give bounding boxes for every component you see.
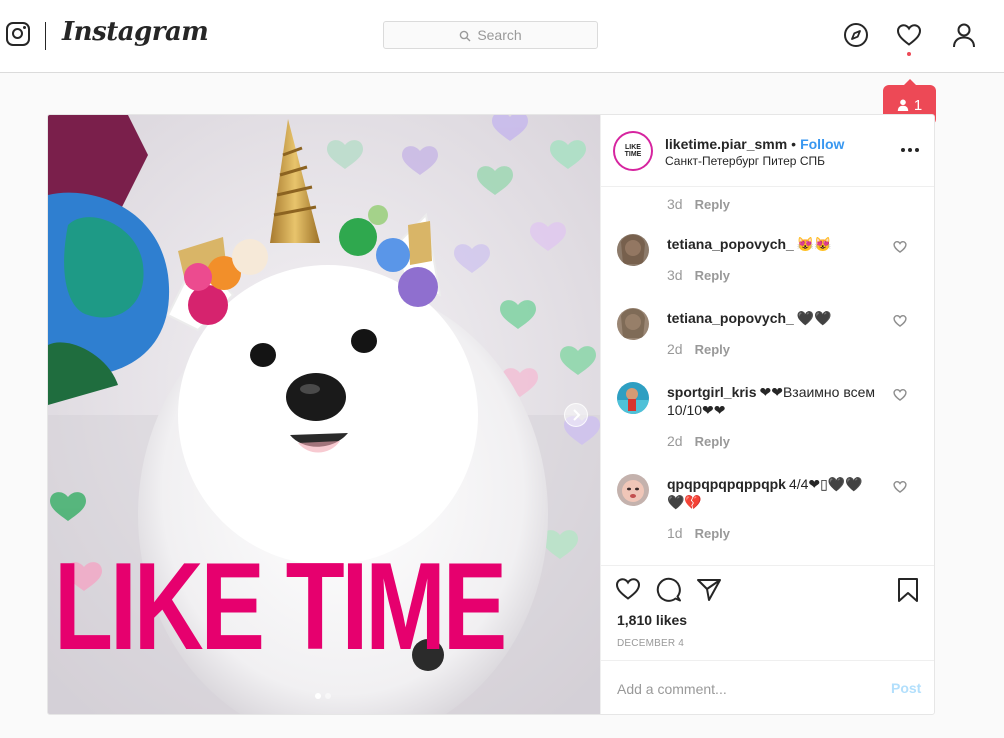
post-date: DECEMBER 4 [617, 638, 685, 649]
share-paper-plane-icon[interactable] [696, 577, 722, 603]
comments-list[interactable]: 3d Reply tetiana_popovych_ 😻😻 3d Reply teti… [601, 187, 934, 564]
follow-button[interactable]: Follow [800, 136, 844, 152]
reply-button[interactable]: Reply [695, 268, 730, 283]
instagram-wordmark[interactable]: Instagram [62, 17, 209, 47]
carousel-next-button[interactable] [564, 403, 588, 427]
notification-count: 1 [913, 96, 923, 114]
instagram-camera-icon[interactable] [6, 22, 30, 46]
likes-count[interactable]: 1,810 likes [617, 612, 687, 628]
search-icon [459, 29, 471, 42]
logo-divider [45, 22, 46, 50]
add-comment-bar: Post [601, 660, 934, 714]
add-comment-input[interactable] [617, 679, 867, 699]
comment-meta: 2d Reply [667, 341, 730, 357]
commenter-avatar[interactable] [617, 308, 649, 340]
activity-heart-icon[interactable] [896, 22, 922, 48]
comment-like-heart-icon[interactable] [893, 240, 907, 254]
post-comment-button[interactable]: Post [891, 680, 921, 696]
explore-compass-icon[interactable] [843, 22, 869, 48]
comment-meta: 1d Reply [667, 525, 730, 541]
top-navbar: Instagram Search [0, 0, 1004, 73]
comment-like-heart-icon[interactable] [893, 388, 907, 402]
post-actions: 1,810 likes DECEMBER 4 Post [601, 565, 934, 714]
more-options-icon[interactable] [901, 148, 919, 152]
comment-time: 3d [667, 267, 683, 283]
profile-user-icon[interactable] [951, 22, 977, 48]
post-card: LIKE TIME LIKE TIME liketime.piar_smm • Fo… [47, 114, 935, 715]
separator-dot: • [791, 136, 797, 152]
reply-button[interactable]: Reply [695, 526, 730, 541]
commenter-username[interactable]: tetiana_popovych_ [667, 310, 794, 326]
post-image[interactable]: LIKE TIME [48, 115, 600, 714]
commenter-avatar[interactable] [617, 382, 649, 414]
carousel-dots [315, 693, 331, 699]
comment-time: 3d [667, 196, 683, 212]
search-placeholder: Search [477, 27, 522, 43]
post-location[interactable]: Санкт-Петербург Питер СПБ [665, 154, 825, 168]
comment-time: 2d [667, 341, 683, 357]
commenter-username[interactable]: sportgirl_kris [667, 384, 756, 400]
follower-person-icon [897, 99, 909, 111]
like-heart-icon[interactable] [615, 577, 641, 603]
author-username[interactable]: liketime.piar_smm [665, 136, 787, 152]
comment-text: sportgirl_kris ❤❤Взаимно всем 10/10❤❤ [667, 383, 877, 419]
post-header: LIKE TIME liketime.piar_smm • Follow Санкт… [601, 115, 934, 187]
carousel-dot-2 [325, 693, 331, 699]
author-avatar[interactable]: LIKE TIME [613, 131, 653, 171]
comment-like-heart-icon[interactable] [893, 314, 907, 328]
reply-button[interactable]: Reply [695, 197, 730, 212]
comment-meta: 3d Reply [667, 196, 730, 212]
commenter-avatar[interactable] [617, 474, 649, 506]
image-caption-overlay: LIKE TIME [54, 538, 507, 676]
notification-dot [907, 52, 911, 56]
post-sidebar: LIKE TIME liketime.piar_smm • Follow Санкт… [600, 115, 934, 714]
comment-bubble-icon[interactable] [656, 577, 682, 603]
comment-text: qpqpqpqpqppqpk 4/4❤▯🖤🖤🖤💔 [667, 475, 877, 511]
comment-time: 1d [667, 525, 683, 541]
author-line: liketime.piar_smm • Follow [665, 136, 844, 152]
commenter-username[interactable]: tetiana_popovych_ [667, 236, 794, 252]
comment-meta: 2d Reply [667, 433, 730, 449]
reply-button[interactable]: Reply [695, 342, 730, 357]
comment-text: tetiana_popovych_ 😻😻 [667, 235, 877, 253]
commenter-avatar[interactable] [617, 234, 649, 266]
reply-button[interactable]: Reply [695, 434, 730, 449]
comment-time: 2d [667, 433, 683, 449]
chevron-right-icon [573, 409, 581, 421]
commenter-username[interactable]: qpqpqpqpqppqpk [667, 476, 786, 492]
comment-body: 🖤🖤 [796, 310, 832, 326]
comment-meta: 3d Reply [667, 267, 730, 283]
save-bookmark-icon[interactable] [897, 577, 923, 603]
author-avatar-logo: LIKE TIME [615, 133, 651, 169]
comment-body: 😻😻 [796, 236, 832, 252]
carousel-dot-1 [315, 693, 321, 699]
comment-text: tetiana_popovych_ 🖤🖤 [667, 309, 877, 327]
search-input[interactable]: Search [383, 21, 598, 49]
comment-like-heart-icon[interactable] [893, 480, 907, 494]
